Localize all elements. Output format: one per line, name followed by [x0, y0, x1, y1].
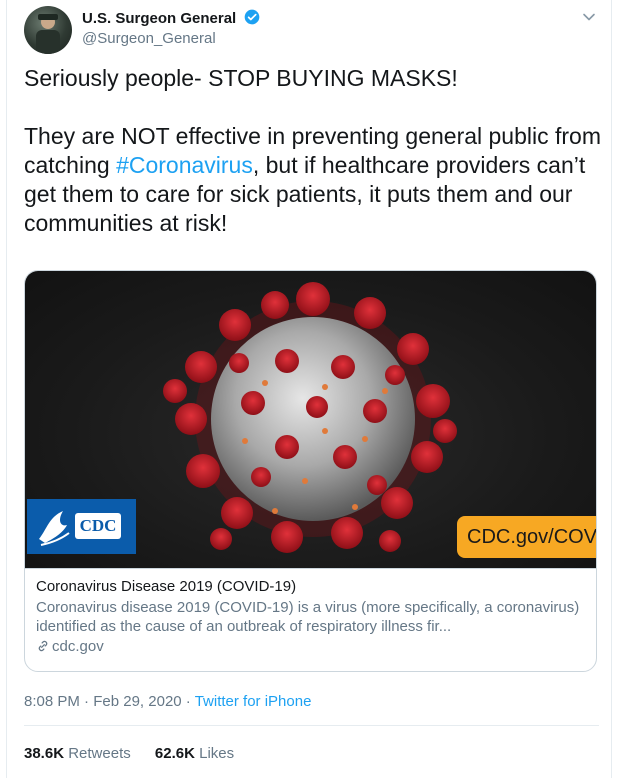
hashtag-link[interactable]: #Coronavirus	[116, 152, 253, 178]
tweet-paragraph-2: They are NOT effective in preventing gen…	[24, 122, 604, 238]
engagement-stats: 38.6K Retweets 62.6K Likes	[24, 745, 254, 762]
divider	[24, 725, 599, 726]
tweet-date[interactable]: Feb 29, 2020	[93, 693, 181, 710]
cdc-logo: CDC	[27, 499, 136, 554]
tweet-source-link[interactable]: Twitter for iPhone	[195, 693, 312, 710]
meta-separator: ·	[79, 693, 94, 710]
retweets-stat[interactable]: 38.6K Retweets	[24, 745, 131, 762]
card-meta[interactable]: Coronavirus Disease 2019 (COVID-19) Coro…	[25, 568, 596, 671]
verified-badge-icon	[245, 9, 260, 25]
cdc-url-badge: CDC.gov/COVID19	[457, 516, 596, 558]
tweet-timestamp: 8:08 PM · Feb 29, 2020 · Twitter for iPh…	[24, 693, 311, 710]
avatar[interactable]	[24, 6, 72, 54]
retweets-count: 38.6K	[24, 745, 65, 762]
likes-label: Likes	[199, 745, 235, 762]
likes-count: 62.6K	[154, 745, 195, 762]
card-image[interactable]: CDC CDC.gov/COVID19	[25, 271, 596, 568]
author-name-row[interactable]: U.S. Surgeon General	[82, 9, 260, 27]
card-domain-row[interactable]: cdc.gov	[36, 637, 588, 656]
tweet-line-1: Seriously people- STOP BUYING MASKS!	[24, 65, 458, 91]
chevron-down-icon[interactable]	[580, 8, 598, 26]
link-preview-card[interactable]: CDC CDC.gov/COVID19 Coronavirus Disease …	[24, 270, 597, 672]
meta-separator-2: ·	[181, 693, 195, 710]
link-icon	[38, 640, 48, 652]
author-display-name[interactable]: U.S. Surgeon General	[82, 10, 236, 27]
card-domain[interactable]: cdc.gov	[52, 638, 104, 655]
retweets-label: Retweets	[68, 745, 131, 762]
card-title[interactable]: Coronavirus Disease 2019 (COVID-19)	[36, 577, 588, 596]
likes-stat[interactable]: 62.6K Likes	[155, 745, 234, 762]
tweet-time[interactable]: 8:08 PM	[24, 693, 80, 710]
tweet-text: Seriously people- STOP BUYING MASKS! The…	[24, 64, 604, 238]
avatar-photo	[36, 14, 60, 54]
author-handle[interactable]: @Surgeon_General	[82, 30, 216, 47]
card-description: Coronavirus disease 2019 (COVID-19) is a…	[36, 599, 580, 635]
cdc-logo-text: CDC	[79, 516, 117, 535]
